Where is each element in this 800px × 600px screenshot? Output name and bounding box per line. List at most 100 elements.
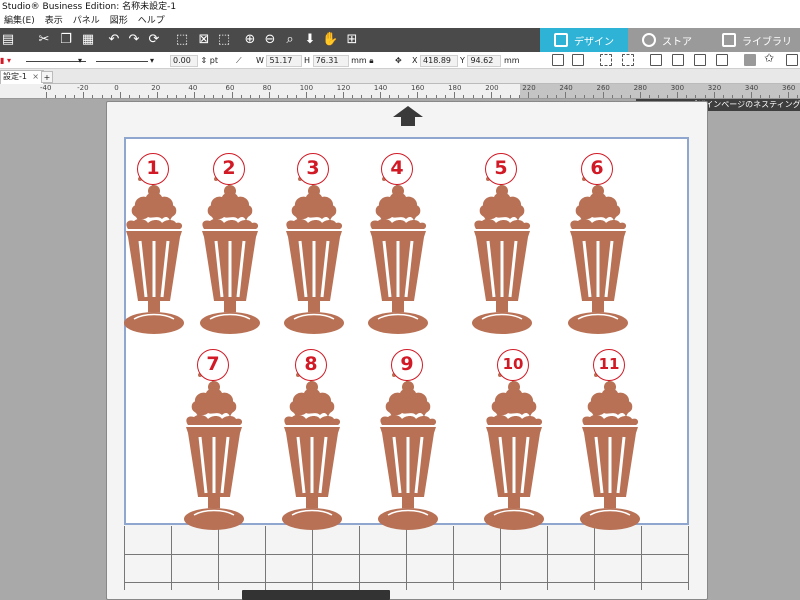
parfait-shape [182,371,246,532]
refresh-icon[interactable]: ⟳ [146,32,162,48]
fit-page-icon[interactable]: ⬇ [302,32,318,48]
x-position-input[interactable]: 418.89 [420,54,459,67]
ruler-minor-tick [435,95,437,98]
zoom-in-icon[interactable]: ⊕ [242,32,258,48]
height-input[interactable]: 76.31 [312,54,349,67]
line-style-dropdown-icon[interactable]: ▾ [78,54,82,67]
ruler-major-tick [491,92,493,98]
ruler-label: -40 [40,84,52,92]
menu-shape[interactable]: 図形 [106,14,134,28]
document-tab[interactable]: 設定-1 × [0,70,44,84]
horizontal-scrollbar[interactable] [242,590,390,600]
parfait-shape [366,175,430,336]
ruler-major-tick [565,92,567,98]
size-unit: mm [351,56,367,65]
ruler-label: 280 [633,84,647,92]
ruler-label: 200 [485,84,499,92]
close-icon[interactable]: × [32,71,39,83]
print-icon[interactable]: ▤ [0,32,16,48]
add-page-icon[interactable]: ⊞ [344,32,360,48]
shape-icon[interactable] [744,54,756,66]
ruler-minor-tick [398,95,400,98]
ruler-minor-tick [370,95,372,98]
line-color-swatch[interactable]: ▮ ▾ [0,54,11,67]
send-backward-icon[interactable] [694,54,706,66]
number-badge: 5 [485,153,517,185]
ruler-minor-tick [426,95,428,98]
cut-icon[interactable]: ✂ [36,32,52,48]
star-icon[interactable]: ✩ [764,52,774,65]
ruler-minor-tick [556,95,558,98]
ruler-minor-tick [222,95,224,98]
ruler-minor-tick [741,95,743,98]
ruler-minor-tick [630,95,632,98]
size-line-icon: ⟋ [236,56,242,65]
ruler-label: -20 [77,84,89,92]
ruler-label: 60 [225,84,235,92]
ruler-major-tick [676,92,678,98]
mat-grid [124,526,689,590]
bring-forward-icon[interactable] [672,54,684,66]
number-badge: 1 [137,153,169,185]
menu-edit[interactable]: 編集(E) [0,14,41,28]
ruler-major-tick [750,92,752,98]
ruler-minor-tick [695,95,697,98]
y-position-input[interactable]: 94.62 [467,54,502,67]
line-width-stepper[interactable]: ⇕ [201,56,208,65]
ruler-minor-tick [685,95,687,98]
undo-icon[interactable]: ↶ [106,32,122,48]
ruler-minor-tick [185,95,187,98]
ruler-minor-tick [593,95,595,98]
properties-toolbar: ▮ ▾ ▾ ▾ 0.00 ⇕ pt ⟋ W 51.17 H 76.31 mm 🔒… [0,52,800,69]
ruler-major-tick [46,92,47,98]
ruler-minor-tick [324,95,326,98]
distribute-icon[interactable] [572,54,584,66]
tab-design[interactable]: デザイン [540,28,628,52]
number-badge: 2 [213,153,245,185]
ruler-label: 100 [299,84,314,92]
paste-icon[interactable]: ▦ [80,32,96,48]
ruler-major-tick [639,92,641,98]
grid-line [359,526,360,590]
ruler-label: 300 [670,84,685,92]
tab-library[interactable]: ライブラリ [708,28,800,52]
x-label: X [412,56,418,65]
lock-aspect-icon[interactable]: 🔒︎ [369,56,373,65]
zoom-area-icon[interactable]: ⌕ [282,32,298,48]
zoom-out-icon[interactable]: ⊖ [262,32,278,48]
pan-hand-icon[interactable]: ✋ [322,32,338,48]
line-dash-dropdown-icon[interactable]: ▾ [150,54,154,67]
copy-icon[interactable]: ❐ [58,32,74,48]
add-tab-button[interactable]: + [41,71,53,83]
width-input[interactable]: 51.17 [266,54,303,67]
select-group-icon[interactable]: ⬚ [216,32,232,48]
menu-help[interactable]: ヘルプ [134,14,171,28]
redo-icon[interactable]: ↷ [126,32,142,48]
ruler-minor-tick [444,95,446,98]
menu-view[interactable]: 表示 [41,14,69,28]
ruler-major-tick [305,92,307,98]
send-back-icon[interactable] [716,54,728,66]
line-style-select[interactable] [26,54,86,62]
ruler-major-tick [602,92,604,98]
document-tabs: 設定-1 × + [0,69,800,84]
grid-line [547,526,548,590]
line-dash-select[interactable] [96,54,148,62]
select-all-icon[interactable]: ⬚ [174,32,190,48]
ruler-label: 260 [596,84,610,92]
ungroup-icon[interactable] [622,54,634,66]
ruler-major-tick [268,92,270,98]
line-width-unit: pt [209,56,219,65]
ruler-major-tick [788,92,789,98]
align-icon[interactable] [552,54,564,66]
ruler-minor-tick [546,95,548,98]
group-icon[interactable] [600,54,612,66]
ruler-minor-tick [481,95,483,98]
deselect-icon[interactable]: ⊠ [196,32,212,48]
more-icon[interactable] [786,54,798,66]
ruler-major-tick [713,92,715,98]
tab-store[interactable]: ストア [628,28,708,52]
bring-front-icon[interactable] [650,54,662,66]
line-width-input[interactable]: 0.00 [170,54,198,67]
menu-panel[interactable]: パネル [69,14,106,28]
